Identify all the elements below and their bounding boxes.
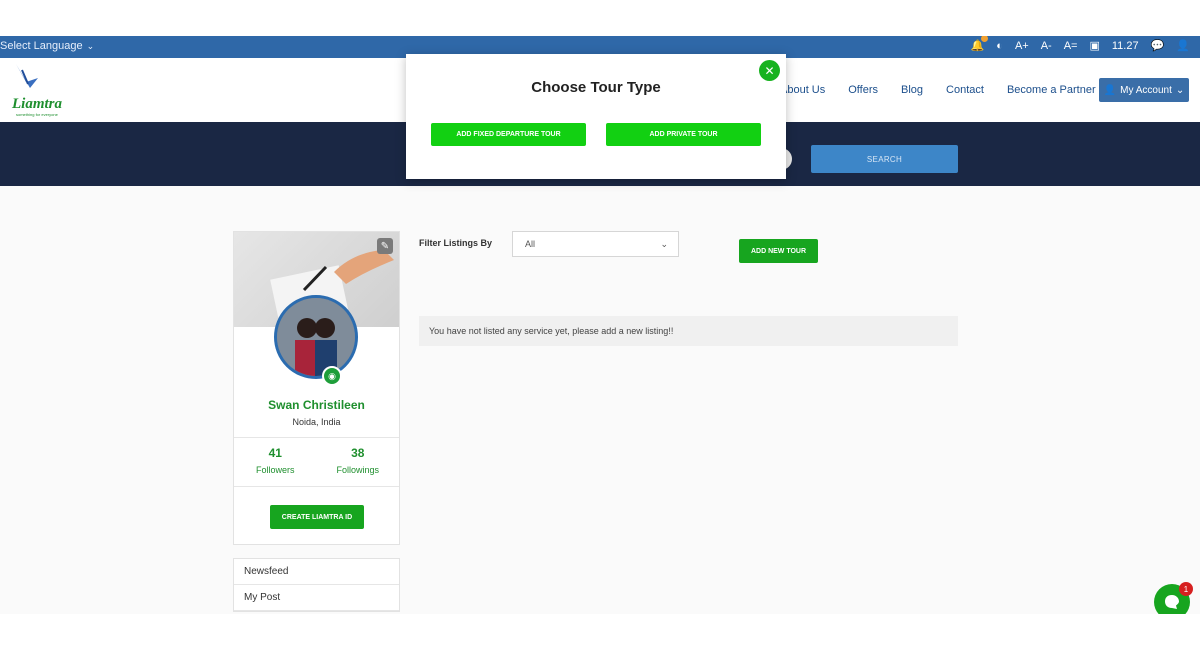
close-icon[interactable]: ✕ <box>759 60 780 81</box>
modal-title: Choose Tour Type <box>531 79 661 96</box>
app-viewport: Select Language ⌄ 🔔 ◐ A+ A- A= ▣ 11.27 💬 … <box>0 36 1200 614</box>
chat-unread-badge: 1 <box>1179 582 1193 596</box>
chat-widget-button[interactable]: 1 <box>1154 582 1193 614</box>
add-fixed-departure-tour-button[interactable]: ADD FIXED DEPARTURE TOUR <box>431 123 586 146</box>
choose-tour-type-modal: Choose Tour Type ✕ ADD FIXED DEPARTURE T… <box>406 54 786 179</box>
add-private-tour-button[interactable]: ADD PRIVATE TOUR <box>606 123 761 146</box>
chat-bubble-icon <box>1165 595 1179 609</box>
